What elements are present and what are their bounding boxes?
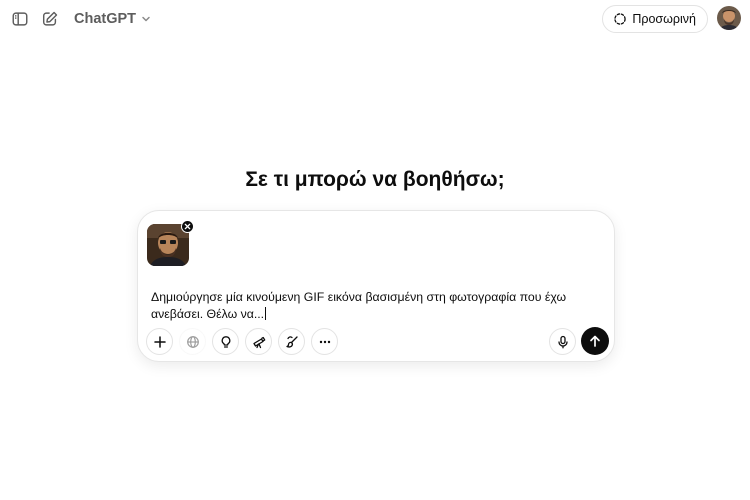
arrow-up-icon	[590, 335, 600, 347]
dashed-circle-icon	[614, 13, 627, 25]
avatar[interactable]	[717, 6, 741, 30]
lightbulb-icon[interactable]	[212, 328, 239, 355]
telescope-icon[interactable]	[245, 328, 272, 355]
model-name: ChatGPT	[74, 11, 137, 27]
page-title: Σε τι μπορώ να βοηθήσω;	[245, 168, 505, 191]
text-caret	[265, 307, 267, 320]
send-button[interactable]	[581, 327, 609, 355]
temporary-chat-label: Προσωρινή	[632, 12, 696, 26]
remove-attachment-button[interactable]	[181, 220, 194, 233]
globe-icon[interactable]	[179, 328, 206, 355]
compose-icon[interactable]	[40, 9, 60, 29]
prompt-text: Δημιούργησε μία κινούμενη GIF εικόνα βασ…	[151, 290, 567, 321]
composer: Δημιούργησε μία κινούμενη GIF εικόνα βασ…	[137, 210, 615, 362]
more-icon[interactable]	[311, 328, 338, 355]
close-icon	[184, 223, 191, 230]
attachment	[147, 220, 194, 266]
top-bar: ChatGPT Προσωρινή	[0, 0, 750, 38]
prompt-input[interactable]: Δημιούργησε μία κινούμενη GIF εικόνα βασ…	[151, 289, 601, 323]
microphone-button[interactable]	[549, 328, 576, 355]
temporary-chat-button[interactable]: Προσωρινή	[602, 5, 708, 33]
composer-tools	[146, 328, 338, 355]
chevron-down-icon	[142, 16, 150, 22]
plus-icon[interactable]	[146, 328, 173, 355]
model-selector[interactable]: ChatGPT	[68, 8, 158, 30]
brush-icon[interactable]	[278, 328, 305, 355]
microphone-icon	[557, 335, 568, 348]
sidebar-icon[interactable]	[10, 9, 30, 29]
